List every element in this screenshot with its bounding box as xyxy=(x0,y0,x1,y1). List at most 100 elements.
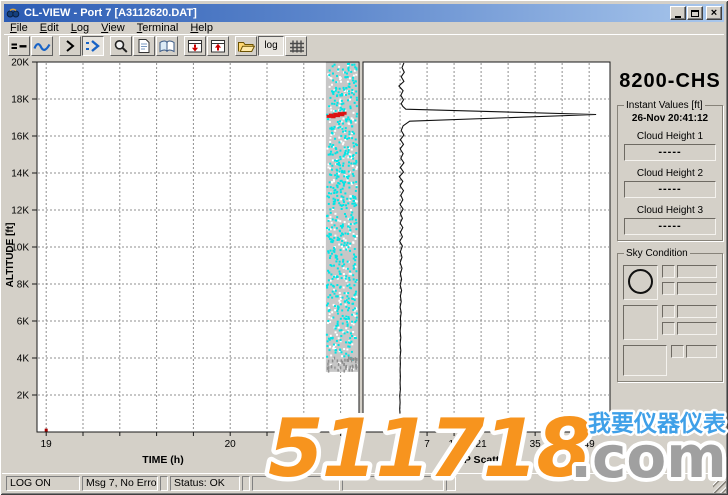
menu-bar: FileEditLogViewTerminalHelp xyxy=(4,22,724,34)
menu-log[interactable]: Log xyxy=(65,22,95,34)
minimize-icon xyxy=(675,16,681,18)
sky-layer-row-3 xyxy=(623,345,717,376)
menu-view[interactable]: View xyxy=(95,22,131,34)
model-name: 8200-CHS xyxy=(615,70,725,93)
close-icon: × xyxy=(711,8,717,18)
y-tick-label: 18K xyxy=(11,95,29,106)
document-icon xyxy=(135,38,153,54)
sky-symbol-box-2 xyxy=(623,305,658,340)
log-icon: log xyxy=(264,40,277,51)
minimize-button[interactable] xyxy=(670,6,686,20)
origin-marker xyxy=(45,429,48,432)
toolbar: log xyxy=(4,34,724,56)
scale-down-icon xyxy=(186,38,204,54)
dash-line-icon xyxy=(10,38,28,54)
scatter-tick-label: 28 xyxy=(503,439,515,450)
side-panel: 8200-CHS Instant Values [ft] 26-Nov 20:4… xyxy=(612,56,728,473)
report-button[interactable] xyxy=(133,36,155,56)
messages-icon xyxy=(158,38,176,54)
wave-chevron-icon xyxy=(84,38,102,54)
instant-values-group: Instant Values [ft] 26-Nov 20:41:12 Clou… xyxy=(617,100,723,241)
open-folder-icon xyxy=(237,38,255,54)
sky-symbol-box-1 xyxy=(623,265,658,300)
maximize-button[interactable] xyxy=(687,6,703,20)
app-window: CL-VIEW - Port 7 [A3112620.DAT] × FileEd… xyxy=(0,0,728,495)
display-wave-button[interactable] xyxy=(31,36,53,56)
scatter-tick-label: 21 xyxy=(476,439,488,450)
altitude-axis-label: ALTITUDE [ft] xyxy=(5,223,16,288)
menu-terminal[interactable]: Terminal xyxy=(131,22,185,34)
status-panel-message-status: Msg 7, No Errors xyxy=(82,476,158,491)
timestamp: 26-Nov 20:41:12 xyxy=(622,113,718,124)
instant-values-title: Instant Values [ft] xyxy=(624,100,705,111)
resize-grip[interactable] xyxy=(713,480,726,493)
sky-cell xyxy=(677,322,717,335)
scatter-tick-label: 49 xyxy=(584,439,596,450)
app-icon[interactable] xyxy=(6,6,20,20)
cloud-height-label-2: Cloud Height 2 xyxy=(622,168,718,179)
zoom-button[interactable] xyxy=(110,36,132,56)
cloud-height-value-3: ----- xyxy=(624,218,716,235)
y-tick-label: 8K xyxy=(17,280,30,291)
sky-symbol-box-3 xyxy=(623,345,667,376)
title-bar[interactable]: CL-VIEW - Port 7 [A3112620.DAT] × xyxy=(4,4,724,22)
scatter-tick-label: 0 xyxy=(397,439,403,450)
scatter-axis-label: P Scatter xyxy=(464,454,509,466)
chart-area: 2K4K6K8K10K12K14K16K18K20K19200714212835… xyxy=(2,56,617,473)
close-button[interactable]: × xyxy=(706,6,722,20)
scatter-tick-label: 35 xyxy=(530,439,542,450)
time-tick-label: 20 xyxy=(225,439,237,450)
scale-up-button[interactable] xyxy=(207,36,229,56)
echo-band xyxy=(326,62,358,373)
status-panel-panel-3 xyxy=(160,476,168,491)
status-panel-log-state: LOG ON xyxy=(6,476,80,491)
y-tick-label: 16K xyxy=(11,132,29,143)
y-tick-label: 4K xyxy=(17,354,30,365)
scatter-tick-label: 7 xyxy=(424,439,430,450)
y-tick-label: 20K xyxy=(11,58,29,69)
sky-layer-row-1 xyxy=(623,265,717,300)
scatter-axis-ticks: 07142128354249 xyxy=(397,432,595,450)
status-bar: LOG ONMsg 7, No Errors Status: OK xyxy=(2,473,726,492)
scatter-tick-label: 14 xyxy=(449,439,461,450)
chevron-icon xyxy=(61,38,79,54)
status-panel-panel-5 xyxy=(242,476,250,491)
scale-up-icon xyxy=(209,38,227,54)
status-panel-panel-8 xyxy=(446,476,456,491)
wave-line-icon xyxy=(33,38,51,54)
open-file-button[interactable] xyxy=(235,36,257,56)
y-tick-label: 6K xyxy=(17,317,30,328)
window-title: CL-VIEW - Port 7 [A3112620.DAT] xyxy=(24,7,197,19)
sky-cell xyxy=(662,282,675,295)
time-tick-label: 19 xyxy=(41,439,53,450)
display-line-button[interactable] xyxy=(8,36,30,56)
scale-down-button[interactable] xyxy=(184,36,206,56)
profile-button[interactable] xyxy=(59,36,81,56)
zoom-icon xyxy=(112,38,130,54)
grid-toggle-button[interactable] xyxy=(285,36,307,56)
profile-wave-button[interactable] xyxy=(82,36,104,56)
menu-help[interactable]: Help xyxy=(184,22,219,34)
menu-file[interactable]: File xyxy=(4,22,34,34)
sky-condition-group: Sky Condition xyxy=(617,248,723,382)
sky-cell xyxy=(686,345,717,358)
sky-cell xyxy=(671,345,684,358)
menu-edit[interactable]: Edit xyxy=(34,22,65,34)
cloud-height-label-3: Cloud Height 3 xyxy=(622,205,718,216)
sky-cell xyxy=(662,322,675,335)
status-panel-device-status: Status: OK xyxy=(170,476,240,491)
sky-layer-row-2 xyxy=(623,305,717,340)
cloud-height-value-2: ----- xyxy=(624,181,716,198)
sky-cell xyxy=(662,265,675,278)
cloud-height-value-1: ----- xyxy=(624,144,716,161)
sky-cell xyxy=(677,305,717,318)
time-axis-ticks: 1920 xyxy=(41,432,341,450)
time-axis-label: TIME (h) xyxy=(142,454,183,466)
log-toggle-button[interactable]: log xyxy=(258,36,284,56)
messages-button[interactable] xyxy=(156,36,178,56)
sky-cell xyxy=(677,282,717,295)
maximize-icon xyxy=(691,10,699,17)
status-panel-panel-7 xyxy=(342,476,444,491)
y-tick-label: 14K xyxy=(11,169,29,180)
client-area: 2K4K6K8K10K12K14K16K18K20K19200714212835… xyxy=(2,56,726,473)
